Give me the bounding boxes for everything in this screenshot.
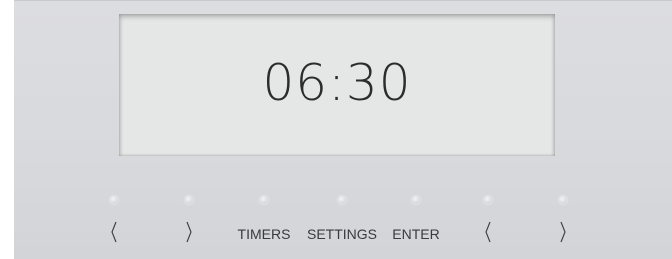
indicator-led bbox=[484, 196, 492, 204]
timers-button[interactable]: TIMERS bbox=[219, 190, 309, 250]
indicator-led bbox=[185, 196, 193, 204]
chevron-left-icon bbox=[109, 220, 119, 244]
display-screen: 06:30 bbox=[119, 14, 555, 156]
right-arrow-button-2[interactable] bbox=[518, 190, 608, 250]
indicator-led bbox=[260, 196, 268, 204]
panel-top-edge bbox=[14, 0, 672, 1]
indicator-led bbox=[338, 196, 346, 204]
chevron-left-icon bbox=[483, 220, 493, 244]
chevron-right-icon bbox=[558, 220, 568, 244]
indicator-led bbox=[412, 196, 420, 204]
chevron-right-icon bbox=[184, 220, 194, 244]
indicator-led bbox=[559, 196, 567, 204]
timers-label: TIMERS bbox=[237, 226, 291, 242]
time-display: 06:30 bbox=[262, 54, 412, 112]
indicator-led bbox=[110, 196, 118, 204]
